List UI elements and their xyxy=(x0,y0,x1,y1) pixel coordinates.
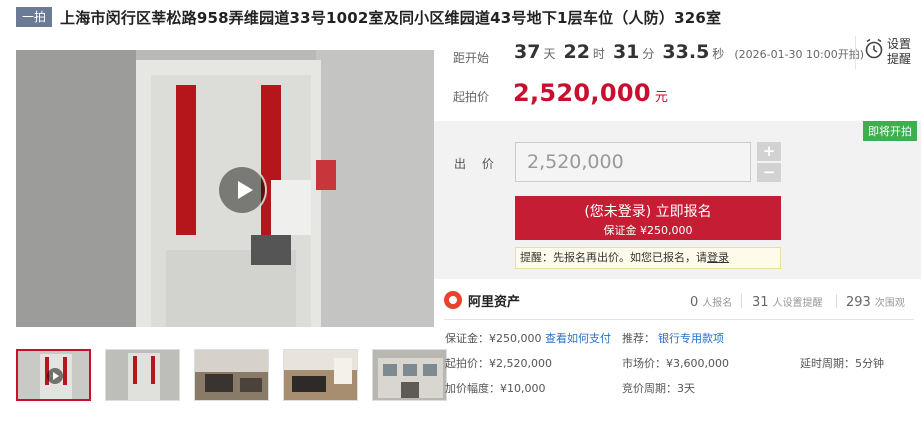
start-price: 2,520,000 元 xyxy=(513,79,668,107)
ali-asset-logo-icon xyxy=(444,291,462,309)
register-button-label: (您未登录) 立即报名 xyxy=(584,204,712,220)
register-now-button[interactable]: (您未登录) 立即报名 保证金 ¥250,000 xyxy=(515,196,781,240)
how-to-pay-link[interactable]: 查看如何支付 xyxy=(545,330,611,346)
bidding-cycle-info: 竞价周期：3天 xyxy=(622,382,695,395)
thumbnail-4[interactable] xyxy=(283,349,358,401)
recommend-label: 推荐： xyxy=(622,332,655,345)
countdown-days: 37 xyxy=(514,41,541,63)
auction-round-tag: 一拍 xyxy=(16,7,53,27)
countdown-timer: 37 天 22 时 31 分 33.5 秒 (2026-01-30 10:00开… xyxy=(514,41,865,63)
countdown-minutes: 31 xyxy=(612,41,640,63)
play-video-button[interactable] xyxy=(217,165,267,215)
market-price-info: 市场价：¥3,600,000 xyxy=(622,357,729,370)
reminder-count: 31 人设置提醒 xyxy=(752,295,823,310)
bid-panel: 即将开拍 出 价 + − (您未登录) 立即报名 保证金 ¥250,000 提醒… xyxy=(434,121,921,279)
section-divider xyxy=(444,319,914,320)
main-video-preview[interactable] xyxy=(16,50,434,327)
thumbnail-5[interactable] xyxy=(372,349,447,401)
login-tip: 提醒：先报名再出价。如您已报名，请登录 xyxy=(515,247,781,269)
thumbnail-3[interactable] xyxy=(194,349,269,401)
bid-stepper: + − xyxy=(757,142,781,182)
delay-period-info: 延时周期：5分钟 xyxy=(800,357,884,370)
start-price-unit: 元 xyxy=(654,90,668,105)
start-price-info: 起拍价：¥2,520,000 xyxy=(445,357,552,370)
brand-name: 阿里资产 xyxy=(468,295,521,310)
deposit-info: 保证金：¥250,000 xyxy=(445,332,542,345)
signup-count: 0 人报名 xyxy=(690,295,733,310)
title-bar: 一拍 上海市闵行区莘松路958弄维园道33号1002室及同小区维园道43号地下1… xyxy=(16,6,721,28)
decrease-bid-button[interactable]: − xyxy=(757,163,781,182)
thumbnail-2[interactable] xyxy=(105,349,180,401)
thumbnail-1[interactable] xyxy=(16,349,91,401)
view-count: 293 次围观 xyxy=(846,295,905,310)
page-title: 上海市闵行区莘松路958弄维园道33号1002室及同小区维园道43号地下1层车位… xyxy=(60,8,722,27)
bid-label: 出 价 xyxy=(454,157,500,171)
brand-stats-row: 阿里资产 0 人报名 31 人设置提醒 293 次围观 xyxy=(444,289,914,311)
register-button-deposit: 保证金 ¥250,000 xyxy=(603,224,693,237)
increment-info: 加价幅度：¥10,000 xyxy=(445,382,546,395)
thumbnail-strip xyxy=(16,349,447,401)
play-icon xyxy=(47,368,63,384)
bid-amount-input[interactable] xyxy=(515,142,751,182)
increase-bid-button[interactable]: + xyxy=(757,142,781,161)
alarm-clock-icon xyxy=(865,38,883,59)
divider xyxy=(741,294,742,308)
status-badge: 即将开拍 xyxy=(863,121,917,141)
countdown-seconds: 33.5 xyxy=(662,41,710,63)
countdown-hours: 22 xyxy=(563,41,590,63)
start-price-value: 2,520,000 xyxy=(513,79,651,107)
reminder-label: 设置提醒 xyxy=(887,37,912,66)
divider xyxy=(836,294,837,308)
login-link[interactable]: 登录 xyxy=(707,251,729,264)
set-reminder-button[interactable]: 设置提醒 xyxy=(855,36,913,70)
start-datetime: (2026-01-30 10:00开拍) xyxy=(734,48,865,61)
countdown-label: 距开始 xyxy=(453,51,490,65)
start-price-label: 起拍价 xyxy=(453,90,490,104)
bank-account-link[interactable]: 银行专用款项 xyxy=(658,330,724,346)
